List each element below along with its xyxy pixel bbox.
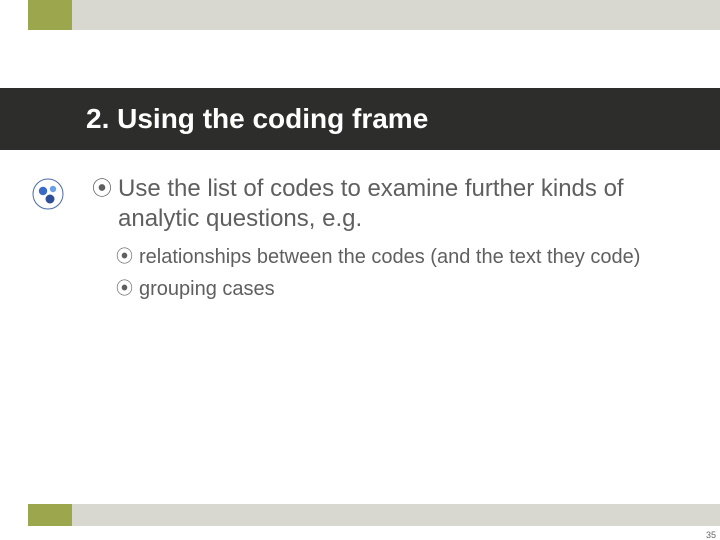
bullet-icon: ⦿ — [116, 244, 133, 270]
content-area: ⦿ Use the list of codes to examine furth… — [92, 174, 660, 308]
bullet-main: ⦿ Use the list of codes to examine furth… — [92, 174, 660, 234]
page-number: 35 — [706, 530, 716, 540]
cluster-icon — [32, 178, 64, 210]
slide-title: 2. Using the coding frame — [86, 103, 428, 135]
title-bar: 2. Using the coding frame — [0, 88, 720, 150]
bullet-sub2-text: grouping cases — [139, 276, 275, 302]
bottom-gray-band — [72, 504, 720, 526]
top-accent-block — [28, 0, 72, 30]
bottom-accent-block — [28, 504, 72, 526]
top-gray-band — [72, 0, 720, 30]
bullet-icon: ⦿ — [116, 276, 133, 302]
bullet-icon: ⦿ — [92, 174, 112, 204]
bullet-main-text: Use the list of codes to examine further… — [118, 174, 660, 234]
bullet-sub-1: ⦿ relationships between the codes (and t… — [116, 244, 660, 270]
bullet-sub-2: ⦿ grouping cases — [116, 276, 660, 302]
sub-bullets: ⦿ relationships between the codes (and t… — [116, 244, 660, 302]
bullet-sub1-text: relationships between the codes (and the… — [139, 244, 640, 270]
